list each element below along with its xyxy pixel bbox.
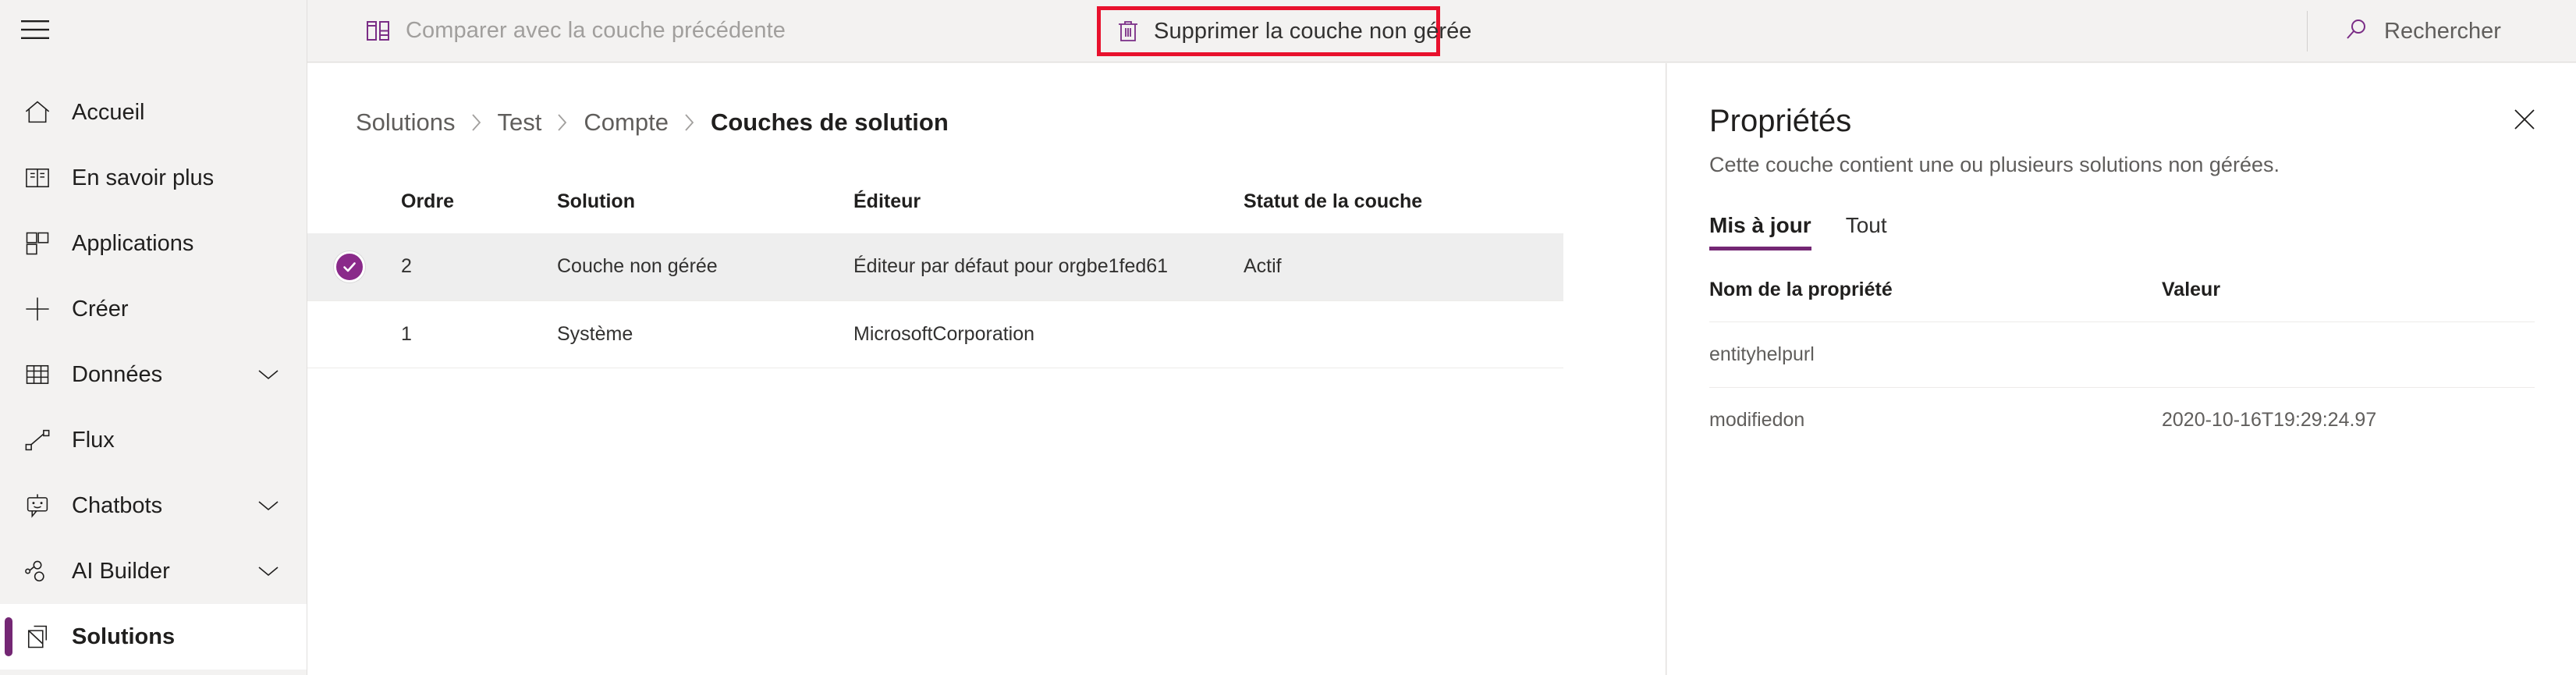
table-row[interactable]: 2 Couche non gérée Éditeur par défaut po…: [307, 233, 1563, 300]
row-checkbox-cell[interactable]: [307, 233, 401, 300]
delete-unmanaged-layer-button[interactable]: Supprimer la couche non gérée: [1101, 10, 1486, 52]
compare-previous-layer-button[interactable]: Comparer avec la couche précédente: [348, 8, 803, 55]
column-header-editeur[interactable]: Éditeur: [853, 182, 1244, 233]
table-row[interactable]: modifiedon 2020-10-16T19:29:24.97: [1709, 387, 2535, 453]
cell-editeur: MicrosoftCorporation: [853, 322, 1035, 345]
column-header-solution[interactable]: Solution: [557, 182, 853, 233]
solution-layers-table: Ordre Solution Éditeur Statut de la couc…: [307, 182, 1563, 368]
cell-property-value: [2162, 322, 2535, 388]
sidebar-item-label: Flux: [72, 427, 115, 453]
compare-layers-icon: [365, 18, 392, 44]
home-icon: [20, 98, 55, 126]
cell-statut: [1244, 300, 1563, 368]
cell-editeur: Éditeur par défaut pour orgbe1fed61: [853, 255, 1169, 278]
sidebar-item-label: En savoir plus: [72, 165, 215, 190]
breadcrumb-item-solutions[interactable]: Solutions: [356, 108, 456, 137]
properties-panel-title: Propriétés: [1709, 104, 1852, 138]
breadcrumb-item-compte[interactable]: Compte: [584, 108, 669, 137]
chatbot-icon: [20, 492, 55, 520]
compare-previous-layer-label: Comparer avec la couche précédente: [406, 18, 786, 43]
search-input[interactable]: Rechercher: [2328, 9, 2517, 53]
command-bar-divider: [2307, 11, 2308, 52]
close-panel-button[interactable]: [2504, 101, 2545, 141]
sidebar-item-label: Accueil: [72, 99, 145, 125]
table-row[interactable]: entityhelpurl: [1709, 322, 2535, 388]
sidebar-item-label: Solutions: [72, 623, 176, 649]
cell-property-name: modifiedon: [1709, 409, 1805, 432]
column-header-valeur: Valeur: [2162, 279, 2221, 300]
properties-panel: Propriétés Cette couche contient une ou …: [1667, 63, 2576, 675]
sidebar-item-label: AI Builder: [72, 558, 170, 584]
cell-statut: Actif: [1244, 255, 1282, 278]
sidebar-item-ai-builder[interactable]: AI Builder: [0, 538, 307, 604]
delete-unmanaged-layer-label: Supprimer la couche non gérée: [1154, 18, 1472, 44]
chevron-down-icon[interactable]: [257, 563, 280, 579]
cell-property-value: 2020-10-16T19:29:24.97: [2162, 409, 2377, 432]
solutions-icon: [20, 623, 55, 651]
breadcrumb: Solutions Test Compte Couches de solutio…: [307, 63, 1666, 137]
sidebar-item-creer[interactable]: Créer: [0, 276, 307, 342]
search-placeholder: Rechercher: [2384, 18, 2501, 44]
breadcrumb-item-test[interactable]: Test: [498, 108, 542, 137]
properties-table-header: Nom de la propriété Valeur: [1709, 279, 2535, 322]
book-icon: [20, 164, 55, 192]
sidebar-item-solutions[interactable]: Solutions: [0, 604, 307, 670]
sidebar-item-en-savoir-plus[interactable]: En savoir plus: [0, 145, 307, 211]
properties-table: Nom de la propriété Valeur entityhelpurl…: [1709, 279, 2535, 453]
page-title: Couches de solution: [710, 108, 949, 136]
select-all-header[interactable]: [307, 182, 401, 233]
cell-solution: Couche non gérée: [557, 255, 718, 278]
hamburger-menu-button[interactable]: [0, 0, 307, 62]
flow-icon: [20, 426, 55, 454]
cell-ordre: 2: [401, 255, 412, 278]
sidebar-item-flux[interactable]: Flux: [0, 407, 307, 473]
close-icon: [2511, 106, 2538, 137]
sidebar-item-label: Applications: [72, 230, 194, 256]
tab-mis-a-jour[interactable]: Mis à jour: [1709, 213, 1811, 250]
chevron-down-icon[interactable]: [257, 498, 280, 513]
table-header: Ordre Solution Éditeur Statut de la couc…: [307, 182, 1563, 233]
hamburger-menu-icon: [20, 18, 50, 45]
left-navigation-sidebar: Accueil En savoir plus Applications Crée…: [0, 0, 307, 675]
cell-solution: Système: [557, 322, 633, 345]
properties-panel-subtitle: Cette couche contient une ou plusieurs s…: [1709, 153, 2280, 176]
search-icon: [2344, 17, 2368, 46]
table-row[interactable]: 1 Système MicrosoftCorporation: [307, 300, 1563, 368]
power-apps-solution-layers-page: Accueil En savoir plus Applications Crée…: [0, 0, 2576, 675]
sidebar-item-donnees[interactable]: Données: [0, 342, 307, 407]
chevron-right-icon: [555, 112, 569, 133]
column-header-nom-propriete: Nom de la propriété: [1709, 279, 1893, 300]
row-checkbox-cell[interactable]: [307, 300, 401, 368]
sidebar-item-label: Créer: [72, 296, 129, 322]
checkmark-icon[interactable]: [334, 250, 365, 282]
ai-builder-icon: [20, 557, 55, 585]
sidebar-item-applications[interactable]: Applications: [0, 211, 307, 276]
sidebar-item-chatbots[interactable]: Chatbots: [0, 473, 307, 538]
properties-panel-tabs: Mis à jour Tout: [1709, 213, 2576, 250]
chevron-right-icon: [683, 112, 697, 133]
sidebar-item-label: Données: [72, 361, 163, 387]
cell-ordre: 1: [401, 322, 412, 345]
trash-icon: [1115, 18, 1141, 44]
sidebar-item-label: Chatbots: [72, 492, 163, 518]
column-header-ordre[interactable]: Ordre: [401, 182, 557, 233]
command-bar: Comparer avec la couche précédente Suppr…: [307, 0, 2576, 62]
sidebar-nav-list: Accueil En savoir plus Applications Crée…: [0, 80, 307, 670]
column-header-statut[interactable]: Statut de la couche: [1244, 182, 1563, 233]
apps-grid-icon: [20, 229, 55, 258]
properties-panel-header: Propriétés Cette couche contient une ou …: [1667, 63, 2576, 177]
cell-property-name: entityhelpurl: [1709, 343, 1815, 365]
chevron-right-icon: [470, 112, 484, 133]
delete-unmanaged-layer-highlight: Supprimer la couche non gérée: [1097, 6, 1471, 56]
main-content-area: Solutions Test Compte Couches de solutio…: [307, 63, 1666, 675]
chevron-down-icon[interactable]: [257, 367, 280, 382]
sidebar-item-accueil[interactable]: Accueil: [0, 80, 307, 145]
tab-tout[interactable]: Tout: [1846, 213, 1887, 250]
plus-icon: [20, 295, 55, 323]
table-icon: [20, 361, 55, 389]
